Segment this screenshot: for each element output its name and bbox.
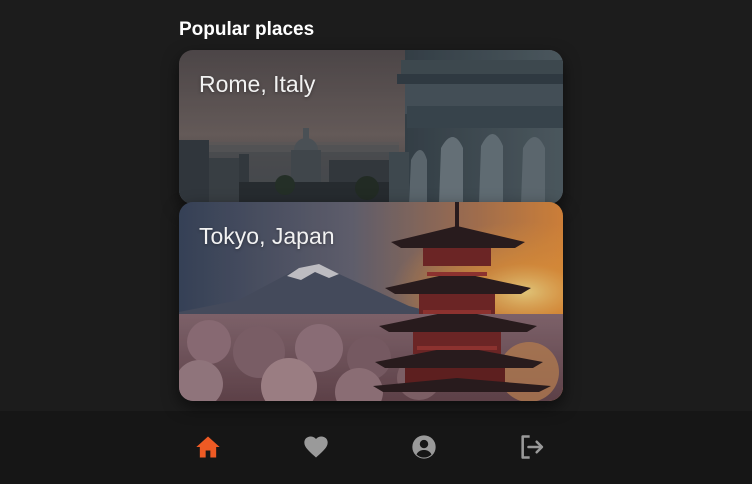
place-card-rome[interactable]: Rome, Italy [179,50,563,204]
home-icon [196,436,220,458]
account-icon [412,435,436,459]
bottom-navigation [0,411,752,484]
nav-favorites-button[interactable] [298,429,334,465]
section-title: Popular places [179,19,315,40]
place-label-tokyo: Tokyo, Japan [199,223,335,249]
place-card-tokyo[interactable]: Tokyo, Japan [179,202,563,401]
place-label-rome: Rome, Italy [199,71,316,97]
logout-icon [521,435,544,459]
app-screen: Popular places Rome, Italy Tokyo, Japan [0,0,752,484]
nav-logout-button[interactable] [514,429,550,465]
nav-profile-button[interactable] [406,429,442,465]
nav-home-button[interactable] [190,429,226,465]
heart-icon [304,436,328,458]
